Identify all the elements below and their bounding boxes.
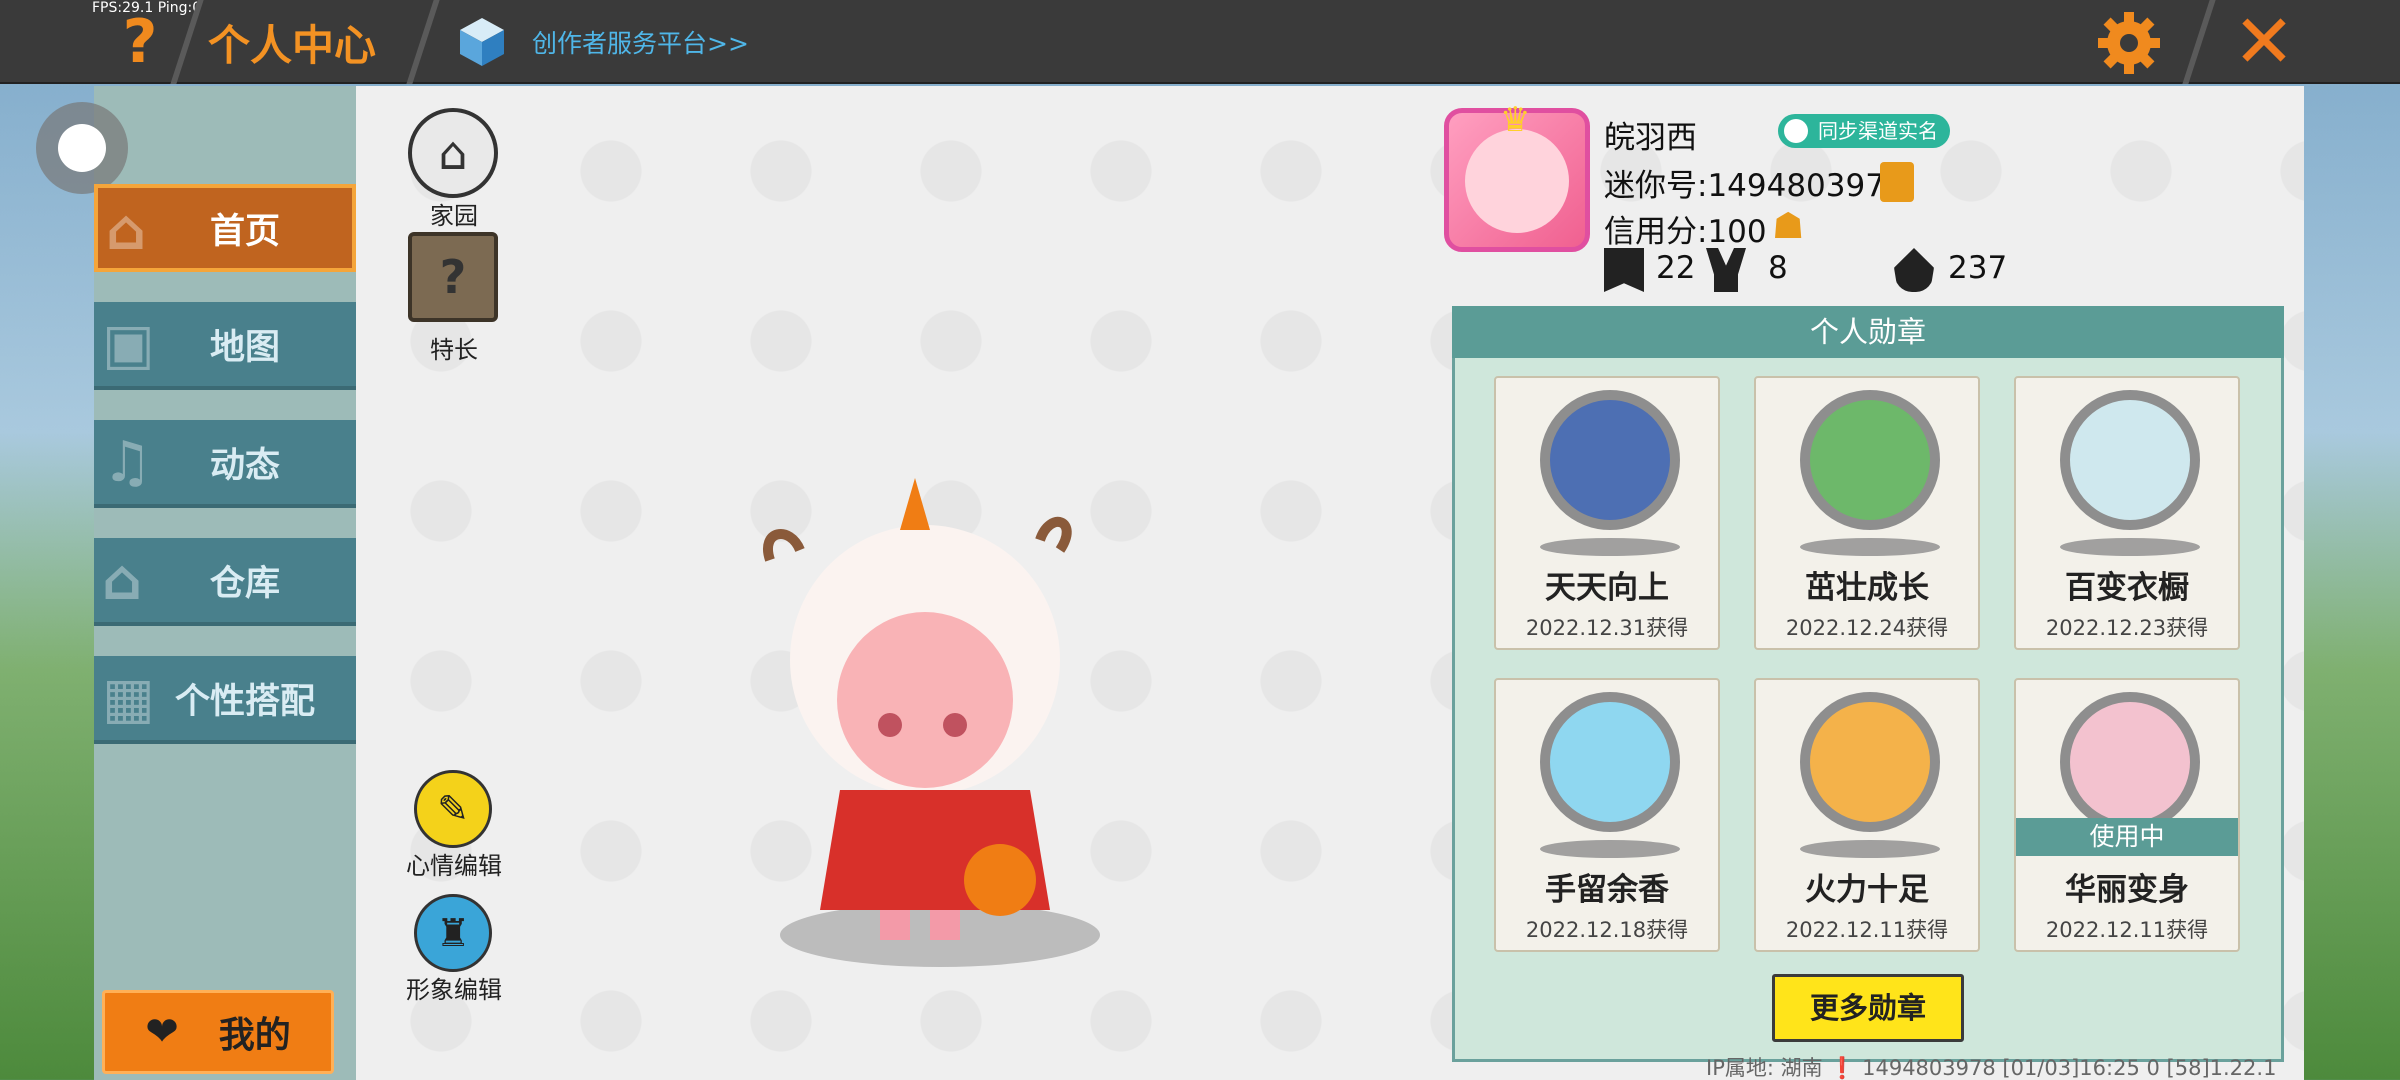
medal-card[interactable]: 百变衣橱 2022.12.23获得	[2014, 376, 2240, 650]
person-icon[interactable]: ☗	[1772, 206, 1814, 248]
medal-card[interactable]: 火力十足 2022.12.11获得	[1754, 678, 1980, 952]
floating-menu-button[interactable]	[36, 102, 128, 194]
friends-count: 22	[1656, 250, 1696, 286]
medal-shadow	[1540, 840, 1680, 858]
in-use-badge: 使用中	[2016, 818, 2238, 856]
talent-button[interactable]: ?	[408, 232, 498, 322]
medal-icon	[1540, 692, 1680, 832]
footer-info: IP属地: 湖南 ❗ 1494803978 [01/03]16:25 0 [58…	[1706, 1056, 2277, 1080]
medal-date: 2022.12.11获得	[2045, 918, 2209, 942]
medal-shadow	[1540, 538, 1680, 556]
medal-date: 2022.12.31获得	[1525, 616, 1689, 640]
medal-date: 2022.12.23获得	[2045, 616, 2209, 640]
divider	[406, 0, 440, 84]
copy-icon[interactable]	[1880, 162, 1914, 202]
creator-platform-link[interactable]: 创作者服务平台>>	[532, 24, 749, 60]
house-icon: ⌂	[106, 198, 147, 263]
medal-card[interactable]: 茁壮成长 2022.12.24获得	[1754, 376, 1980, 650]
sidebar-item-warehouse[interactable]: ⌂ 仓库	[94, 538, 356, 626]
talent-label: 特长	[430, 336, 478, 364]
cube-face-icon: ▦	[102, 666, 155, 731]
image-edit-button[interactable]: ♜	[414, 894, 492, 972]
mine-label: 我的	[218, 1015, 291, 1056]
close-button[interactable]: ✕	[2228, 5, 2300, 79]
medal-icon	[1800, 692, 1940, 832]
medal-shadow	[1800, 840, 1940, 858]
medal-panel-title: 个人勋章	[1452, 306, 2284, 358]
question-icon: ?	[439, 250, 467, 304]
medal-icon	[1800, 390, 1940, 530]
medal-icon	[2060, 390, 2200, 530]
avatar-face	[1465, 129, 1569, 233]
medal-name: 手留余香	[1545, 872, 1669, 908]
shirt-icon: ♜	[435, 911, 471, 955]
medal-card[interactable]: 使用中 华丽变身 2022.12.11获得	[2014, 678, 2240, 952]
medal-shadow	[1800, 538, 1940, 556]
edit-icon: ✎	[437, 787, 469, 831]
medal-name: 茁壮成长	[1805, 570, 1929, 606]
player-name: 皖羽西	[1604, 120, 1697, 156]
medal-name: 百变衣橱	[2065, 570, 2189, 606]
sidebar-item-label: 首页	[209, 211, 280, 252]
sidebar-item-label: 仓库	[209, 563, 280, 604]
sidebar-item-label: 动态	[209, 445, 280, 486]
heat-count: 237	[1948, 250, 2008, 286]
medal-card[interactable]: 手留余香 2022.12.18获得	[1494, 678, 1720, 952]
mine-button[interactable]: ❤ 我的	[102, 990, 334, 1074]
player-character[interactable]	[730, 470, 1110, 970]
bell-icon: ♫	[102, 430, 153, 495]
sidebar-item-feed[interactable]: ♫ 动态	[94, 420, 356, 508]
divider	[2182, 0, 2216, 84]
page-title: 个人中心	[208, 21, 377, 70]
medal-icon	[2060, 692, 2200, 832]
help-button[interactable]: ?	[112, 8, 168, 76]
medal-name: 华丽变身	[2065, 872, 2189, 908]
crown-icon: ♛	[1500, 100, 1531, 140]
sidebar-item-label: 地图	[209, 327, 280, 368]
medal-card[interactable]: 天天向上 2022.12.31获得	[1494, 376, 1720, 650]
home-garden-label: 家园	[430, 202, 478, 230]
fans-count: 8	[1768, 250, 1788, 286]
mini-id: 迷你号:1494803978	[1604, 168, 1905, 204]
house-icon: ⌂	[438, 126, 468, 180]
medal-icon	[1540, 390, 1680, 530]
warehouse-icon: ⌂	[102, 548, 143, 613]
mood-edit-button[interactable]: ✎	[414, 770, 492, 848]
top-bar: FPS:29.1 Ping:0 ? 个人中心 创作者服务平台>> ✕	[0, 0, 2400, 84]
sync-realname-button[interactable]: 同步渠道实名	[1778, 114, 1950, 148]
heart-icon: ❤	[145, 1009, 179, 1055]
cube-icon[interactable]	[456, 16, 508, 68]
sidebar-item-map[interactable]: ▣ 地图	[94, 302, 356, 390]
mood-edit-label: 心情编辑	[406, 852, 502, 880]
medal-name: 天天向上	[1545, 570, 1669, 606]
sidebar-item-home[interactable]: ⌂ 首页	[94, 184, 356, 272]
home-garden-button[interactable]: ⌂	[408, 108, 498, 198]
image-edit-label: 形象编辑	[406, 976, 502, 1004]
gear-icon[interactable]	[2096, 10, 2162, 76]
sidebar-item-label: 个性搭配	[174, 681, 315, 722]
medal-date: 2022.12.18获得	[1525, 918, 1689, 942]
medal-shadow	[2060, 538, 2200, 556]
picture-icon: ▣	[102, 312, 155, 377]
medal-date: 2022.12.11获得	[1785, 918, 1949, 942]
more-medals-button[interactable]: 更多勋章	[1772, 974, 1964, 1042]
medal-date: 2022.12.24获得	[1785, 616, 1949, 640]
credit-score: 信用分:100	[1604, 214, 1767, 250]
medal-name: 火力十足	[1805, 872, 1929, 908]
sidebar-item-outfit[interactable]: ▦ 个性搭配	[94, 656, 356, 744]
